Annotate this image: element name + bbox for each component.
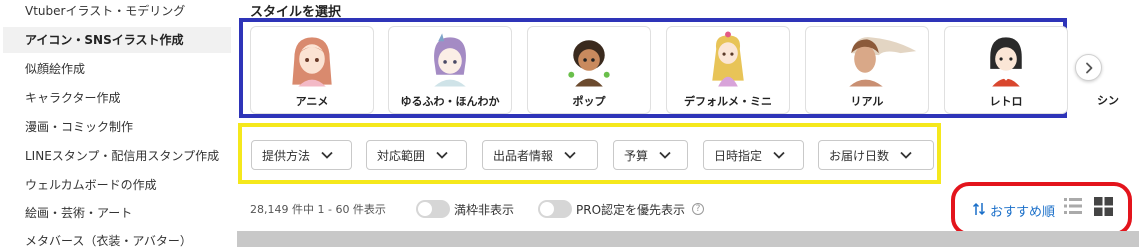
retro-style-illustration: [990, 37, 1022, 87]
filter-date[interactable]: 日時指定: [703, 140, 804, 170]
grid-view-icon[interactable]: [1094, 197, 1113, 216]
style-label: レトロ: [989, 95, 1023, 108]
pop-style-illustration: [568, 40, 610, 87]
chevron-down-icon: [773, 151, 785, 159]
filter-label: 日時指定: [714, 148, 763, 163]
sidebar-item-art[interactable]: 絵画・芸術・アート: [3, 200, 231, 226]
chevron-down-icon: [436, 151, 448, 159]
style-card-realistic[interactable]: リアル: [805, 26, 929, 114]
chevron-down-icon: [659, 151, 671, 159]
sidebar-item-metaverse[interactable]: メタバース（衣装・アバター）: [3, 228, 231, 247]
help-icon[interactable]: ?: [692, 203, 704, 215]
category-sidebar: Vtuberイラスト・モデリング アイコン・SNSイラスト作成 似顔絵作成 キャ…: [0, 0, 233, 247]
style-label: アニメ: [295, 95, 329, 108]
chevron-down-icon: [321, 151, 333, 159]
style-card-soft[interactable]: ゆるふわ・ほんわか: [388, 26, 512, 114]
style-card-pop[interactable]: ポップ: [527, 26, 651, 114]
filter-delivery-method[interactable]: 提供方法: [251, 140, 352, 170]
style-label: ゆるふわ・ほんわか: [400, 95, 500, 108]
hide-full-label: 満枠非表示: [454, 203, 515, 217]
sidebar-item-welcome-board[interactable]: ウェルカムボードの作成: [3, 172, 231, 198]
filter-label: 出品者情報: [493, 148, 554, 163]
sort-dropdown[interactable]: おすすめ順: [990, 201, 1055, 220]
chevron-down-icon: [564, 151, 576, 159]
filter-scope[interactable]: 対応範囲: [366, 140, 467, 170]
style-label: ポップ: [572, 95, 606, 108]
sidebar-item-portrait[interactable]: 似顔絵作成: [3, 56, 231, 82]
realistic-style-illustration: [849, 37, 917, 87]
toggle-knob: [540, 202, 554, 216]
style-label: デフォルメ・ミニ: [684, 95, 772, 108]
filter-label: お届け日数: [829, 148, 890, 163]
list-view-icon[interactable]: [1064, 197, 1082, 215]
sort-arrows-icon: [972, 202, 986, 216]
chevron-right-icon: [1085, 62, 1092, 73]
sidebar-item-icon-sns[interactable]: アイコン・SNSイラスト作成: [3, 27, 231, 53]
style-label: リアル: [850, 95, 884, 108]
style-carousel-next-button[interactable]: [1075, 54, 1102, 81]
anime-style-illustration: [292, 37, 332, 87]
pro-priority-label: PRO認定を優先表示: [576, 203, 686, 217]
filter-seller-info[interactable]: 出品者情報: [482, 140, 598, 170]
style-label: シン: [1097, 94, 1119, 107]
sidebar-item-vtuber[interactable]: Vtuberイラスト・モデリング: [3, 0, 231, 24]
pro-priority-toggle[interactable]: [538, 200, 572, 218]
sidebar-item-character[interactable]: キャラクター作成: [3, 85, 231, 111]
chevron-down-icon: [900, 151, 912, 159]
filter-label: 予算: [624, 148, 649, 163]
filter-label: 提供方法: [262, 148, 311, 163]
sidebar-item-manga[interactable]: 漫画・コミック制作: [3, 114, 231, 140]
style-card-anime[interactable]: アニメ: [250, 26, 374, 114]
style-card-chibi[interactable]: デフォルメ・ミニ: [666, 26, 790, 114]
sidebar-item-line-stamp[interactable]: LINEスタンプ・配信用スタンプ作成: [3, 143, 231, 169]
filter-label: 対応範囲: [377, 148, 426, 163]
chibi-style-illustration: [712, 31, 744, 87]
style-card-retro[interactable]: レトロ: [944, 26, 1068, 114]
results-grid-top: [237, 231, 1139, 247]
toggle-knob: [418, 202, 432, 216]
hide-full-toggle[interactable]: [416, 200, 450, 218]
filter-budget[interactable]: 予算: [613, 140, 688, 170]
filter-delivery-days[interactable]: お届け日数: [818, 140, 934, 170]
soft-fluffy-style-illustration: [434, 33, 466, 87]
result-count: 28,149 件中 1 - 60 件表示: [250, 203, 386, 216]
